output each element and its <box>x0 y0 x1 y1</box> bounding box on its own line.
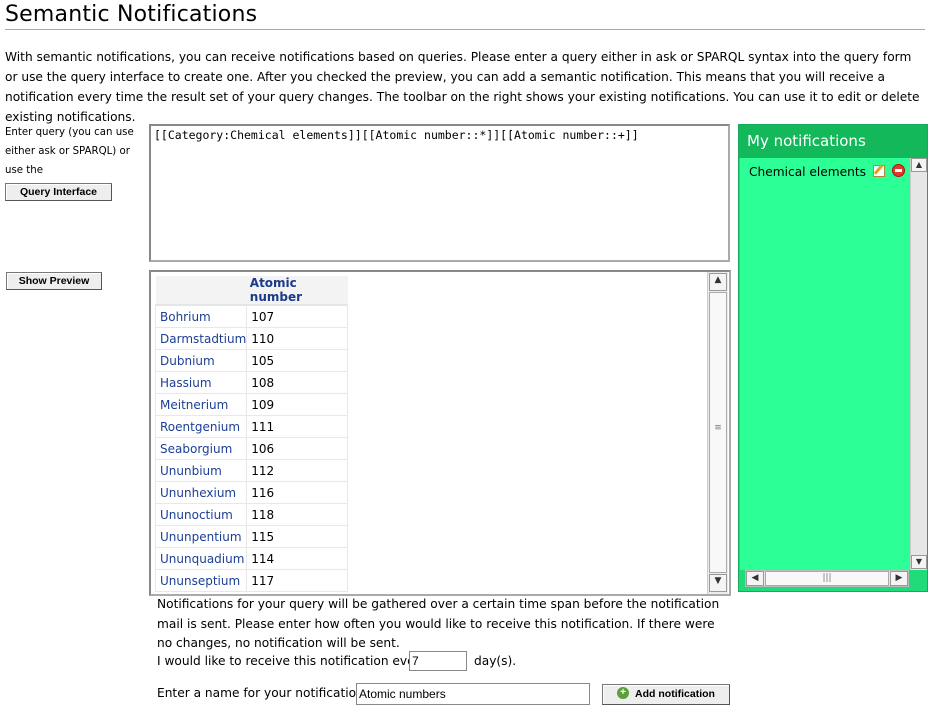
column-header-atomic-number: Atomic number <box>246 276 348 306</box>
notification-info: Notifications for your query will be gat… <box>157 597 720 650</box>
table-row: Ununbium 112 <box>154 459 349 482</box>
element-link[interactable]: Hassium <box>154 371 248 394</box>
table-header-row: Atomic number <box>155 276 348 306</box>
table-row: Hassium 108 <box>154 371 349 394</box>
add-notification-button[interactable]: + Add notification <box>602 684 730 705</box>
show-preview-button[interactable]: Show Preview <box>6 272 102 290</box>
atomic-number-cell: 110 <box>246 327 349 350</box>
intro-text: With semantic notifications, you can rec… <box>5 50 920 124</box>
element-link[interactable]: Roentgenium <box>154 415 248 438</box>
element-link[interactable]: Ununoctium <box>154 503 248 526</box>
preview-table: Atomic number Bohrium 107 Darmstadtium 110 D… <box>154 276 349 592</box>
element-link[interactable]: Ununquadium <box>154 547 248 570</box>
scrollbar-thumb[interactable]: ≡ <box>709 292 727 573</box>
table-row: Seaborgium 106 <box>154 437 349 460</box>
atomic-number-cell: 106 <box>246 437 349 460</box>
panel-scroll-left-icon[interactable]: ◀ <box>746 571 764 586</box>
atomic-number-cell: 109 <box>246 393 349 416</box>
scroll-down-arrow-icon[interactable]: ▼ <box>709 574 727 592</box>
query-input[interactable] <box>149 124 730 262</box>
atomic-number-cell: 107 <box>246 304 349 328</box>
panel-vertical-scrollbar[interactable]: ▲ ▼ <box>910 158 927 570</box>
table-row: Ununhexium 116 <box>154 481 349 504</box>
panel-title: My notifications <box>739 125 927 158</box>
notification-name-label: Enter a name for your notification: <box>157 686 368 700</box>
notification-name-input[interactable] <box>356 683 590 705</box>
my-notifications-panel: My notifications Chemical elements ▲ ▼ ◀… <box>738 124 928 592</box>
delete-icon[interactable] <box>892 164 905 177</box>
table-row: Meitnerium 109 <box>154 393 349 416</box>
element-link[interactable]: Ununbium <box>154 459 248 482</box>
atomic-number-cell: 116 <box>246 481 349 504</box>
panel-horizontal-scrollbar[interactable]: ◀ ||| ▶ <box>745 570 909 587</box>
days-label: day(s). <box>474 654 517 668</box>
frequency-label: I would like to receive this notificatio… <box>157 654 427 668</box>
panel-scroll-right-icon[interactable]: ▶ <box>890 571 908 586</box>
query-label: Enter query (you can use either ask or S… <box>5 127 134 176</box>
add-notification-label: Add notification <box>635 688 715 700</box>
element-link[interactable]: Dubnium <box>154 349 248 372</box>
element-link[interactable]: Meitnerium <box>154 393 248 416</box>
table-row: Roentgenium 111 <box>154 415 349 438</box>
element-link[interactable]: Seaborgium <box>154 437 248 460</box>
panel-scroll-down-icon[interactable]: ▼ <box>911 555 927 569</box>
plus-icon: + <box>617 687 630 700</box>
atomic-number-cell: 111 <box>246 415 349 438</box>
edit-icon[interactable] <box>873 165 885 177</box>
frequency-input[interactable] <box>409 651 467 671</box>
element-link[interactable]: Bohrium <box>154 304 248 328</box>
preview-pane[interactable]: Atomic number Bohrium 107 Darmstadtium 110 D… <box>149 270 731 596</box>
panel-scroll-up-icon[interactable]: ▲ <box>911 158 927 172</box>
notification-item[interactable]: Chemical elements <box>749 165 866 179</box>
atomic-number-cell: 112 <box>246 459 349 482</box>
atomic-number-cell: 115 <box>246 525 349 548</box>
atomic-number-cell: 108 <box>246 371 349 394</box>
query-interface-button[interactable]: Query Interface <box>5 183 112 201</box>
table-row: Ununseptium 117 <box>154 569 349 592</box>
table-row: Darmstadtium 110 <box>154 327 349 350</box>
scroll-up-arrow-icon[interactable]: ▲ <box>709 273 727 291</box>
atomic-number-cell: 118 <box>246 503 349 526</box>
page-title: Semantic Notifications <box>5 2 925 30</box>
atomic-number-cell: 114 <box>246 547 349 570</box>
element-link[interactable]: Ununseptium <box>154 569 248 592</box>
preview-scrollbar[interactable]: ▲ ≡ ▼ <box>707 272 728 594</box>
panel-scrollbar-thumb[interactable]: ||| <box>765 571 889 586</box>
element-link[interactable]: Darmstadtium <box>154 327 248 350</box>
column-header-name <box>155 276 247 306</box>
table-row: Dubnium 105 <box>154 349 349 372</box>
notifications-list: Chemical elements <box>740 158 910 570</box>
atomic-number-cell: 105 <box>246 349 349 372</box>
element-link[interactable]: Ununpentium <box>154 525 248 548</box>
table-row: Ununpentium 115 <box>154 525 349 548</box>
table-row: Ununquadium 114 <box>154 547 349 570</box>
table-row: Ununoctium 118 <box>154 503 349 526</box>
atomic-number-cell: 117 <box>246 569 349 592</box>
table-row: Bohrium 107 <box>154 304 349 328</box>
element-link[interactable]: Ununhexium <box>154 481 248 504</box>
